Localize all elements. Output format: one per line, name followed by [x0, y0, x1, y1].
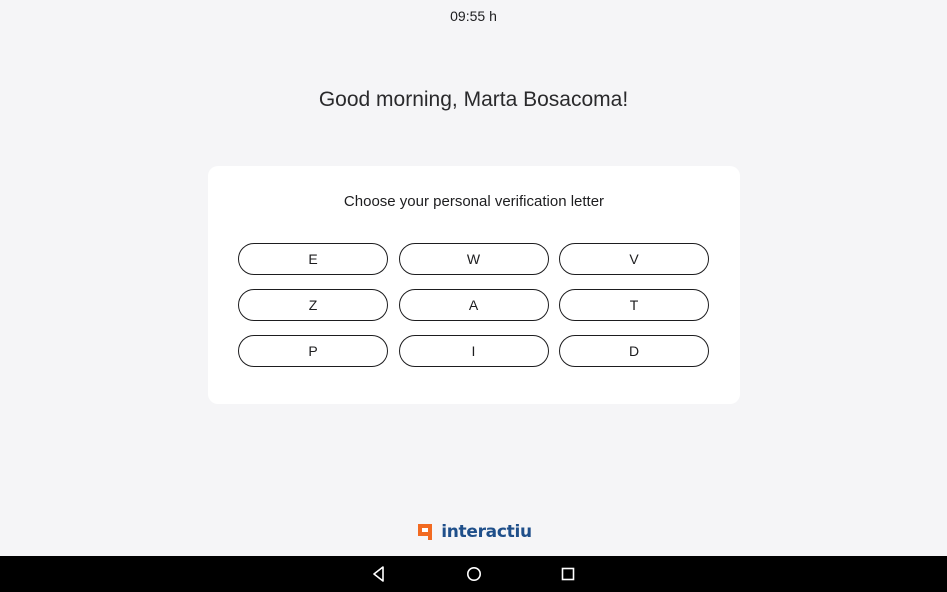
verification-title: Choose your personal verification letter — [343, 193, 605, 210]
interactiu-logo: interactiu — [0, 522, 947, 542]
greeting-title: Good morning, Marta Bosacoma! — [318, 88, 629, 111]
android-navigation-bar — [0, 556, 947, 592]
letter-grid: E W V Z A T P I D — [238, 243, 709, 367]
interactiu-logo-mark-icon — [418, 524, 433, 540]
letter-button-t[interactable]: T — [559, 289, 709, 321]
letter-button-d[interactable]: D — [559, 335, 709, 367]
letter-button-v[interactable]: V — [559, 243, 709, 275]
verification-card: Choose your personal verification letter… — [208, 166, 740, 404]
letter-button-e[interactable]: E — [238, 243, 388, 275]
home-icon[interactable] — [465, 565, 483, 583]
recents-icon[interactable] — [559, 565, 577, 583]
status-clock: 09:55 h — [450, 8, 497, 24]
logo-text: interactiu — [441, 522, 532, 542]
letter-button-p[interactable]: P — [238, 335, 388, 367]
letter-button-i[interactable]: I — [398, 335, 549, 367]
letter-button-z[interactable]: Z — [238, 289, 388, 321]
back-icon[interactable] — [370, 565, 388, 583]
letter-button-w[interactable]: W — [398, 243, 549, 275]
letter-button-a[interactable]: A — [398, 289, 549, 321]
